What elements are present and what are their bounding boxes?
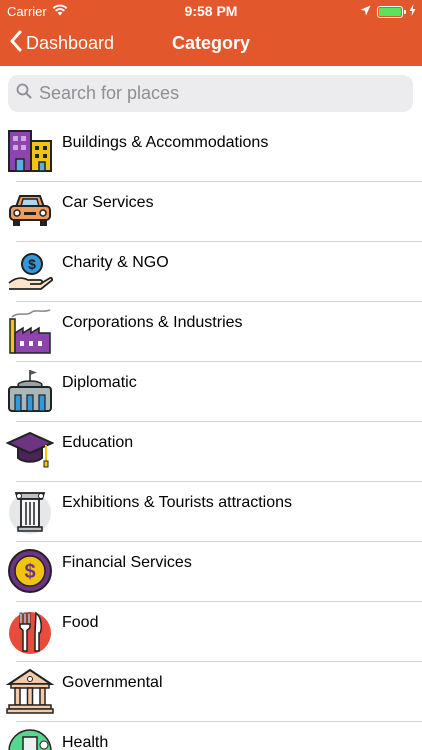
- category-governmental[interactable]: Governmental: [0, 662, 422, 722]
- category-label: Car Services: [62, 194, 154, 211]
- navigation-bar: Dashboard Category: [0, 22, 422, 66]
- status-time: 9:58 PM: [184, 3, 238, 19]
- factory-icon: [6, 307, 54, 355]
- dollar-coin-icon: $: [6, 547, 54, 595]
- category-exhibitions[interactable]: Exhibitions & Tourists attractions: [0, 482, 422, 542]
- svg-text:$: $: [28, 256, 36, 272]
- search-icon: [16, 83, 32, 104]
- status-bar: Carrier 9:58 PM: [0, 0, 422, 22]
- charging-bolt-icon: [409, 4, 416, 19]
- category-list: Buildings & Accommodations Car Services …: [0, 122, 422, 750]
- category-corporations[interactable]: Corporations & Industries: [0, 302, 422, 362]
- category-car-services[interactable]: Car Services: [0, 182, 422, 242]
- category-food[interactable]: Food: [0, 602, 422, 662]
- category-label: Health: [62, 734, 109, 750]
- category-label: Diplomatic: [62, 374, 137, 391]
- category-label: Charity & NGO: [62, 254, 169, 271]
- category-education[interactable]: Education: [0, 422, 422, 482]
- category-label: Financial Services: [62, 554, 192, 571]
- svg-text:$: $: [24, 561, 35, 583]
- category-label: Education: [62, 434, 134, 451]
- category-buildings[interactable]: Buildings & Accommodations: [0, 122, 422, 182]
- category-label: Buildings & Accommodations: [62, 134, 269, 151]
- location-arrow-icon: [360, 4, 371, 19]
- category-label: Corporations & Industries: [62, 314, 243, 331]
- embassy-icon: [6, 367, 54, 415]
- buildings-icon: [6, 127, 54, 175]
- car-icon: [6, 187, 54, 235]
- fork-knife-icon: [6, 607, 54, 655]
- charity-hand-icon: $: [6, 247, 54, 295]
- category-label: Exhibitions & Tourists attractions: [62, 494, 293, 511]
- category-label: Governmental: [62, 674, 163, 691]
- battery-icon: [377, 5, 406, 18]
- category-financial[interactable]: $ Financial Services: [0, 542, 422, 602]
- header-bar: Carrier 9:58 PM Dashboard Category: [0, 0, 422, 66]
- category-diplomatic[interactable]: Diplomatic: [0, 362, 422, 422]
- search-bar[interactable]: [8, 75, 413, 112]
- column-icon: [6, 487, 54, 535]
- category-label: Food: [62, 614, 99, 631]
- category-charity-ngo[interactable]: $ Charity & NGO: [0, 242, 422, 302]
- category-health[interactable]: Health: [0, 722, 422, 750]
- graduation-cap-icon: [5, 427, 55, 475]
- page-title: Category: [171, 33, 251, 53]
- government-building-icon: [5, 667, 55, 715]
- search-input[interactable]: [39, 83, 379, 104]
- health-icon: [6, 727, 54, 750]
